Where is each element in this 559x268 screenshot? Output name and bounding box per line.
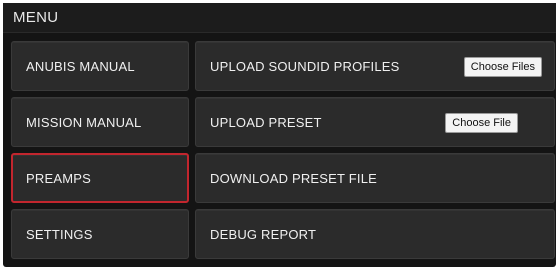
download-preset-file-button[interactable]: DOWNLOAD PRESET FILE (195, 153, 555, 203)
preamps-button[interactable]: PREAMPS (11, 153, 189, 203)
anubis-manual-button[interactable]: ANUBIS MANUAL (11, 41, 189, 91)
download-preset-file-label: DOWNLOAD PRESET FILE (210, 170, 378, 186)
choose-files-button[interactable]: Choose Files (463, 57, 542, 77)
menu-header: MENU (3, 3, 556, 33)
upload-soundid-profiles-item[interactable]: UPLOAD SOUNDID PROFILES Choose Files (195, 41, 555, 91)
choose-file-button[interactable]: Choose File (445, 113, 518, 133)
debug-report-label: DEBUG REPORT (210, 226, 317, 242)
upload-soundid-profiles-label: UPLOAD SOUNDID PROFILES (210, 58, 400, 74)
settings-button[interactable]: SETTINGS (11, 209, 189, 259)
debug-report-button[interactable]: DEBUG REPORT (195, 209, 555, 259)
mission-manual-button[interactable]: MISSION MANUAL (11, 97, 189, 147)
settings-label: SETTINGS (26, 226, 93, 242)
upload-preset-item[interactable]: UPLOAD PRESET Choose File (195, 97, 555, 147)
upload-preset-label: UPLOAD PRESET (210, 114, 322, 130)
anubis-manual-label: ANUBIS MANUAL (26, 58, 135, 74)
menu-grid: ANUBIS MANUAL UPLOAD SOUNDID PROFILES Ch… (11, 41, 555, 259)
menu-title: MENU (13, 9, 59, 26)
preamps-label: PREAMPS (26, 170, 91, 186)
menu-panel: MENU ANUBIS MANUAL UPLOAD SOUNDID PROFIL… (3, 3, 556, 267)
mission-manual-label: MISSION MANUAL (26, 114, 142, 130)
